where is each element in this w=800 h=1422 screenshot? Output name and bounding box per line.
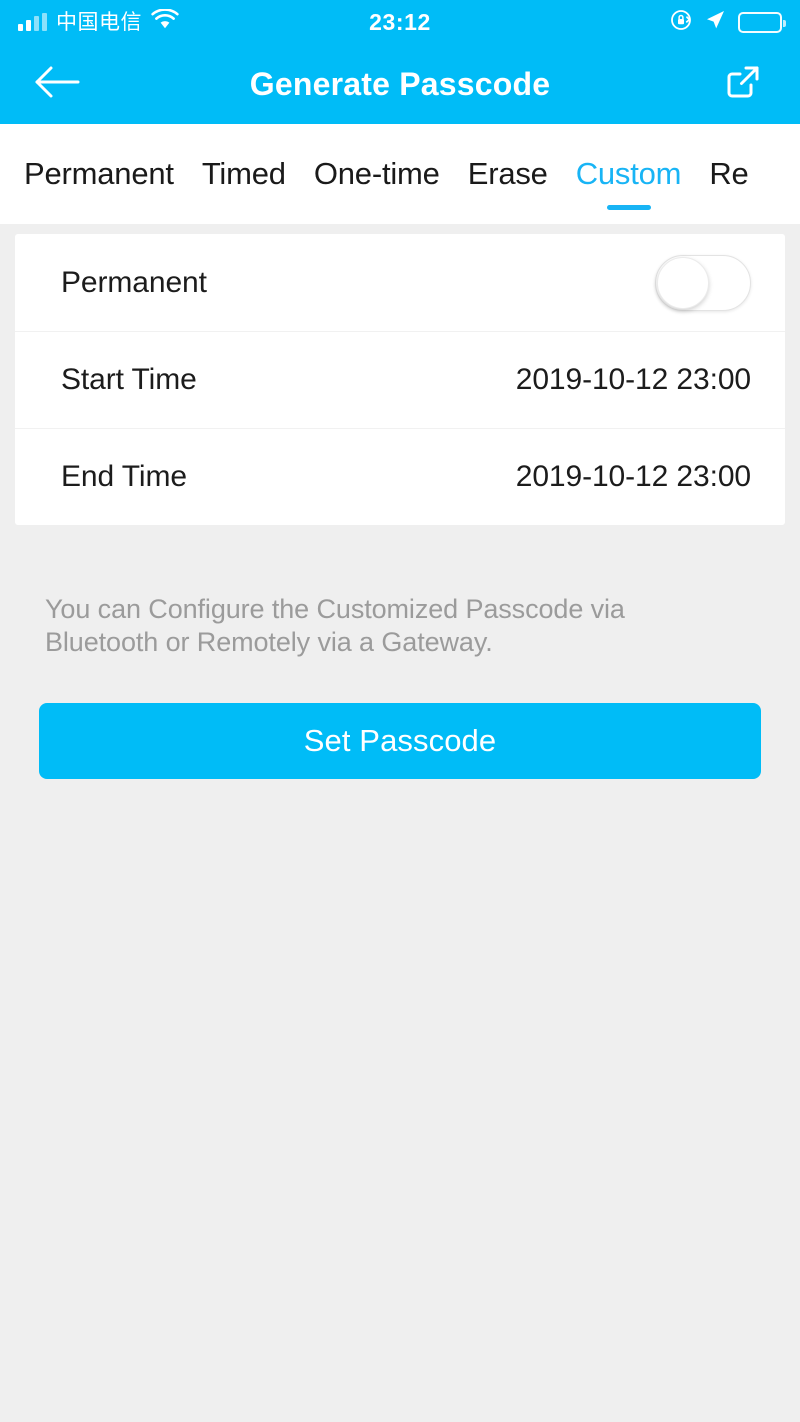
tab-timed[interactable]: Timed xyxy=(188,124,300,224)
toggle-knob xyxy=(657,256,709,309)
row-end-time[interactable]: End Time 2019-10-12 23:00 xyxy=(15,428,785,525)
rotation-lock-icon xyxy=(670,9,692,36)
tab-permanent[interactable]: Permanent xyxy=(10,124,188,224)
tab-label: Re xyxy=(709,156,749,191)
location-arrow-icon xyxy=(704,9,726,36)
status-bar-left: 中国电信 xyxy=(18,8,400,35)
tab-label: One-time xyxy=(313,156,440,191)
row-label: End Time xyxy=(61,459,187,493)
row-label: Permanent xyxy=(61,265,207,299)
passcode-settings-card: Permanent Start Time 2019-10-12 23:00 En… xyxy=(15,234,785,525)
row-label: Start Time xyxy=(61,362,197,396)
app-screen: 中国电信 23:12 Generate Passcode Permanent T… xyxy=(0,0,800,1422)
tab-recurring[interactable]: Re xyxy=(695,124,762,224)
permanent-toggle[interactable] xyxy=(655,254,751,311)
row-start-time[interactable]: Start Time 2019-10-12 23:00 xyxy=(15,331,785,428)
page-title: Generate Passcode xyxy=(249,65,551,102)
description-text: You can Configure the Customized Passcod… xyxy=(45,594,625,657)
signal-bars-icon xyxy=(18,12,47,31)
set-passcode-button[interactable]: Set Passcode xyxy=(39,702,761,779)
tab-label: Permanent xyxy=(24,156,174,191)
tab-custom[interactable]: Custom xyxy=(562,124,696,224)
passcode-type-tabs[interactable]: Permanent Timed One-time Erase Custom Re xyxy=(0,124,800,224)
end-time-value[interactable]: 2019-10-12 23:00 xyxy=(516,460,751,494)
back-button[interactable] xyxy=(28,55,86,113)
status-bar-right xyxy=(400,9,786,36)
back-arrow-icon xyxy=(32,63,82,106)
share-external-link-icon xyxy=(721,60,765,109)
status-bar: 中国电信 23:12 xyxy=(0,0,800,44)
share-button[interactable] xyxy=(714,55,772,113)
carrier-label: 中国电信 xyxy=(56,9,142,34)
tab-erase[interactable]: Erase xyxy=(454,124,562,224)
tab-label: Custom xyxy=(575,156,682,191)
start-time-value[interactable]: 2019-10-12 23:00 xyxy=(516,363,751,397)
tab-label: Timed xyxy=(201,156,286,191)
wifi-icon xyxy=(151,8,179,35)
tab-one-time[interactable]: One-time xyxy=(300,124,454,224)
navigation-bar: Generate Passcode xyxy=(0,44,800,124)
battery-full-icon xyxy=(738,11,786,33)
tab-label: Erase xyxy=(467,156,548,191)
row-permanent[interactable]: Permanent xyxy=(15,234,785,331)
